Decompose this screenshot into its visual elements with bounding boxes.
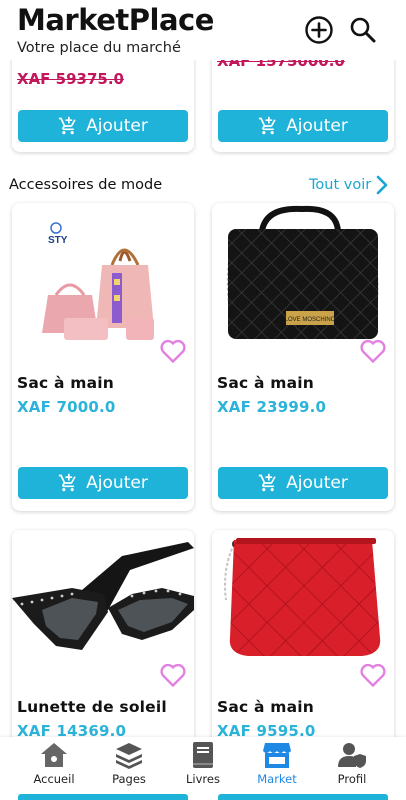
nav-item-profil[interactable]: Profil — [317, 741, 387, 786]
search-icon[interactable] — [348, 15, 378, 45]
add-to-cart-button[interactable]: Ajouter — [218, 110, 388, 142]
nav-label: Accueil — [33, 772, 75, 786]
nav-item-livres[interactable]: Livres — [168, 741, 238, 786]
old-price: XAF 59375.0 — [17, 70, 124, 88]
see-all-link[interactable]: Tout voir — [309, 175, 389, 195]
app-subtitle: Votre place du marché — [17, 40, 181, 56]
product-card[interactable]: Sac à main XAF 9595.0 — [212, 530, 394, 770]
product-price: XAF 23999.0 — [217, 398, 327, 416]
product-price: XAF 7000.0 — [17, 398, 116, 416]
product-feed[interactable]: XAF 59375.0 Ajouter XAF 1575000.0 Ajoute… — [0, 0, 406, 800]
add-to-cart-label: Ajouter — [286, 116, 348, 136]
svg-text:LOVE MOSCHINO: LOVE MOSCHINO — [285, 317, 336, 323]
plus-circle-icon[interactable] — [304, 15, 334, 45]
cart-plus-icon — [259, 473, 276, 492]
favorite-heart-icon[interactable] — [359, 662, 387, 688]
home-icon — [41, 743, 67, 767]
add-to-cart-label: Ajouter — [86, 473, 148, 493]
nav-label: Pages — [112, 772, 146, 786]
favorite-heart-icon[interactable] — [159, 662, 187, 688]
add-to-cart-button[interactable]: Ajouter — [218, 467, 388, 499]
nav-label: Profil — [337, 772, 367, 786]
product-card[interactable]: LOVE MOSCHINO Sac à main XAF 23999.0 Ajo… — [212, 203, 394, 511]
user-shield-icon — [338, 743, 366, 768]
product-card[interactable]: Lunette de soleil XAF 14369.0 — [12, 530, 194, 770]
cart-plus-icon — [59, 473, 76, 492]
book-icon — [193, 742, 213, 768]
add-to-cart-label: Ajouter — [86, 116, 148, 136]
nav-item-market[interactable]: Market — [242, 741, 312, 786]
bottom-navigation: Accueil Pages Livres Market Profil — [0, 737, 406, 800]
product-name: Sac à main — [217, 698, 315, 716]
nav-label: Livres — [186, 772, 220, 786]
nav-label: Market — [257, 772, 297, 786]
cart-plus-icon — [59, 116, 76, 135]
favorite-heart-icon[interactable] — [359, 338, 387, 364]
app-header: MarketPlace Votre place du marché — [0, 0, 406, 60]
section-title: Accessoires de mode — [9, 177, 163, 193]
add-to-cart-button[interactable]: Ajouter — [18, 467, 188, 499]
product-name: Lunette de soleil — [17, 698, 167, 716]
product-card[interactable]: STY Sac à main XAF 7000.0 Ajouter — [12, 203, 194, 511]
add-to-cart-label: Ajouter — [286, 473, 348, 493]
favorite-heart-icon[interactable] — [159, 338, 187, 364]
add-to-cart-button[interactable] — [18, 794, 188, 800]
layers-icon — [116, 743, 142, 769]
cart-plus-icon — [259, 116, 276, 135]
nav-item-accueil[interactable]: Accueil — [19, 741, 89, 786]
app-title: MarketPlace — [17, 3, 214, 37]
chevron-right-icon — [376, 175, 388, 195]
product-name: Sac à main — [17, 374, 115, 392]
store-icon — [263, 743, 291, 768]
add-to-cart-button[interactable]: Ajouter — [18, 110, 188, 142]
see-all-label: Tout voir — [309, 177, 372, 193]
product-name: Sac à main — [217, 374, 315, 392]
svg-text:STY: STY — [48, 235, 68, 246]
nav-item-pages[interactable]: Pages — [94, 741, 164, 786]
add-to-cart-button[interactable] — [218, 794, 388, 800]
